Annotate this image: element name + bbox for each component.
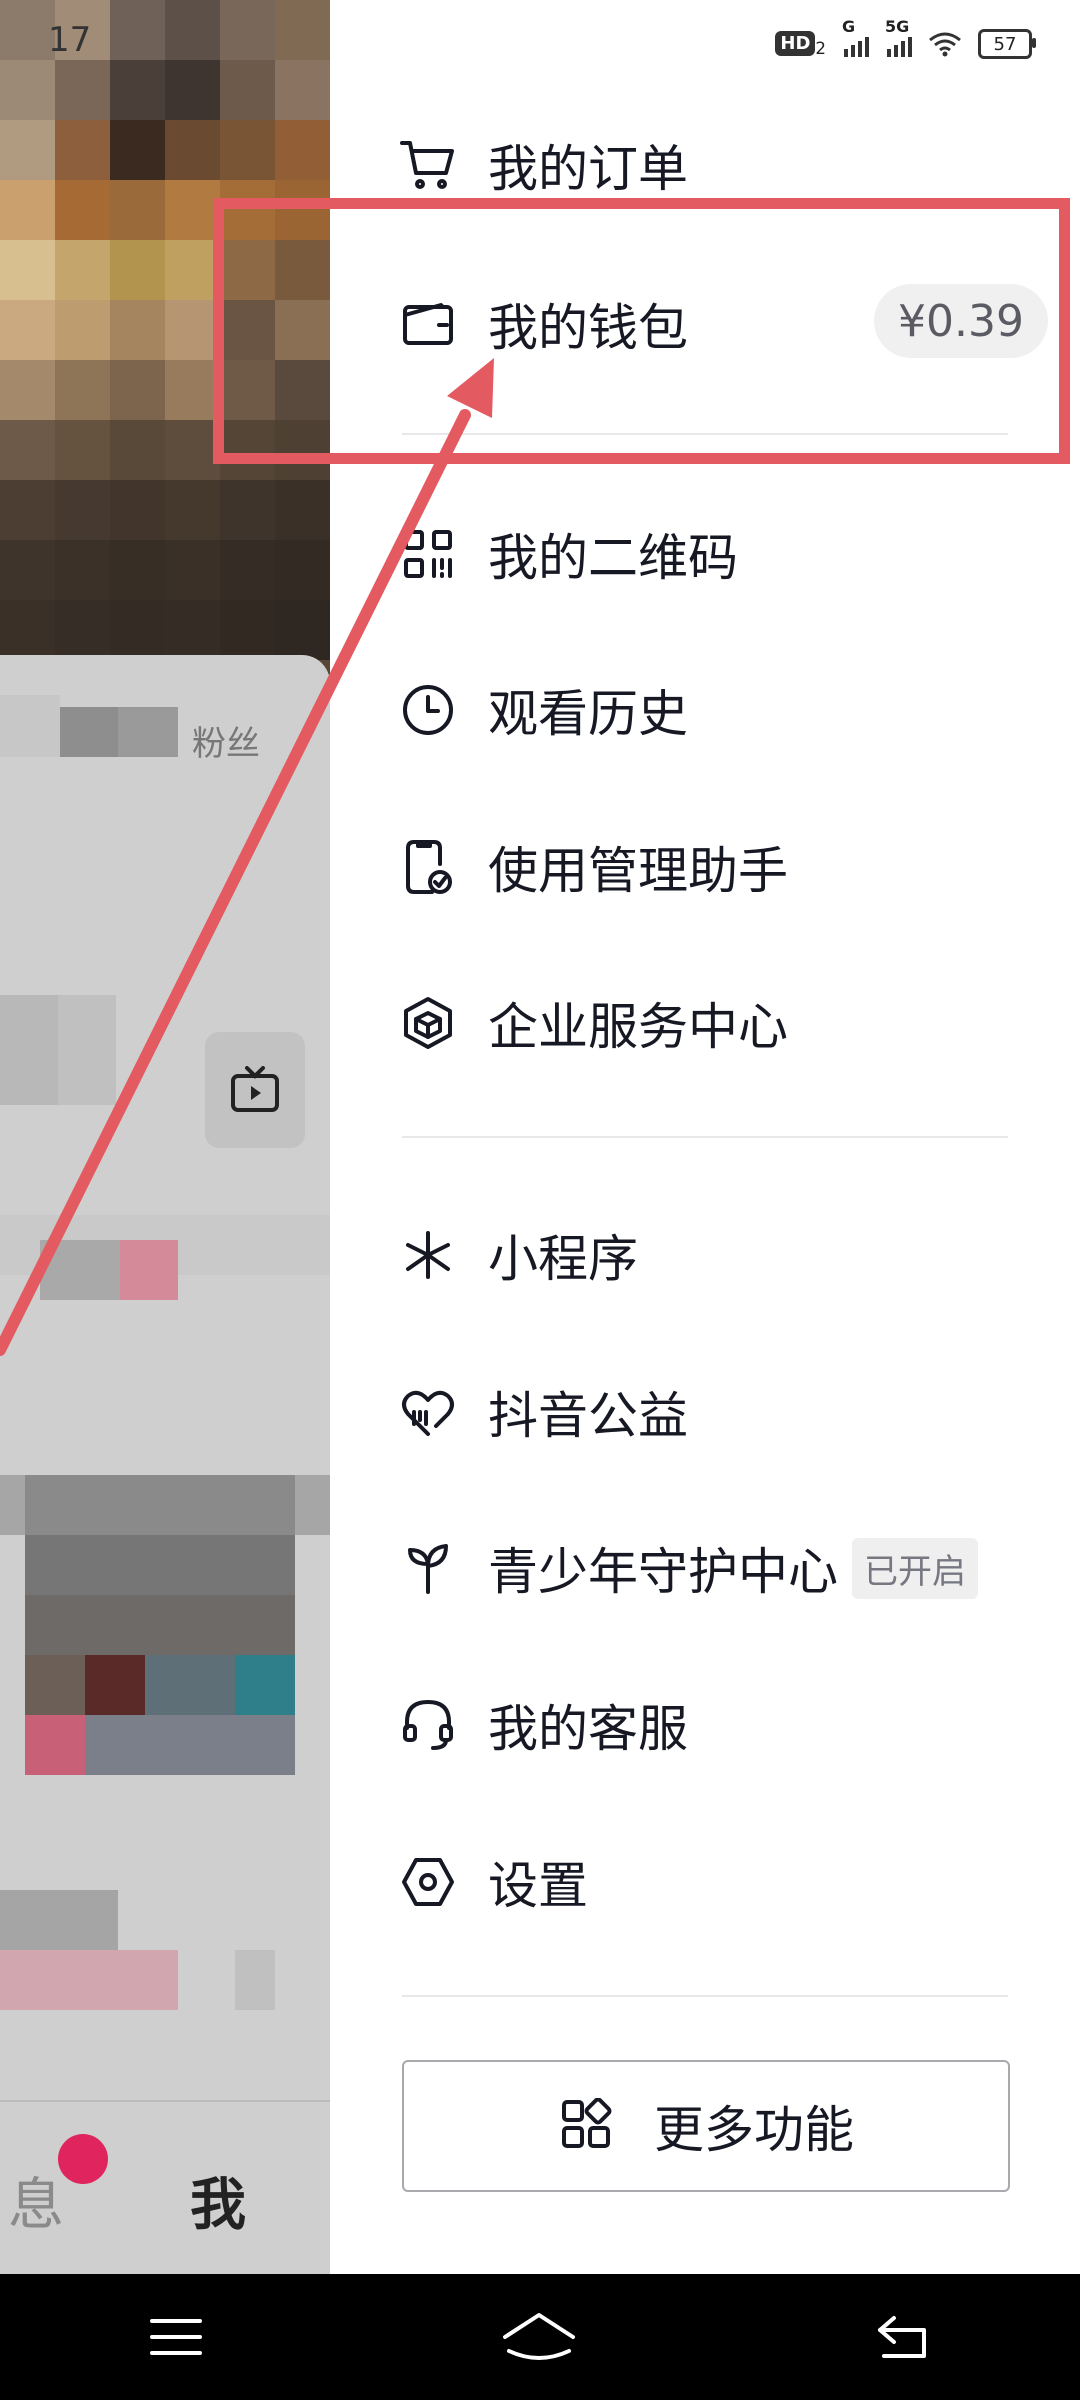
settings-hexagon-icon	[398, 1852, 458, 1912]
signal-icon: G	[842, 17, 869, 57]
more-features-label: 更多功能	[654, 2101, 854, 2159]
menu-label-qrcode: 我的二维码	[488, 529, 738, 587]
menu-item-charity[interactable]: 抖音公益	[398, 1362, 1048, 1462]
annotation-highlight-box	[213, 198, 1070, 464]
menu-label-settings: 设置	[488, 1857, 588, 1915]
fans-label: 粉丝	[192, 724, 260, 764]
menu-label-charity: 抖音公益	[488, 1387, 688, 1445]
battery-icon: 57	[978, 29, 1036, 59]
menu-label-customer-service: 我的客服	[488, 1700, 688, 1758]
menu-item-usage-helper[interactable]: 使用管理助手	[398, 817, 1048, 917]
cart-icon	[398, 135, 458, 195]
tv-icon	[231, 1066, 279, 1112]
status-time: 17	[48, 20, 92, 60]
status-bar-icons: HD 2 G 5G 57	[775, 17, 1036, 64]
menu-label-youth-center: 青少年守护中心	[488, 1543, 838, 1601]
menu-item-youth-center[interactable]: 青少年守护中心 已开启	[398, 1518, 1048, 1618]
menu-item-settings[interactable]: 设置	[398, 1832, 1048, 1932]
notification-dot	[58, 2134, 108, 2184]
menu-divider	[402, 1136, 1008, 1138]
clock-icon	[398, 680, 458, 740]
headset-icon	[398, 1695, 458, 1755]
menu-label-usage-helper: 使用管理助手	[488, 842, 788, 900]
tab-me[interactable]: 我	[190, 2160, 246, 2241]
profile-card-blurred	[0, 655, 330, 2274]
wifi-icon	[929, 32, 961, 57]
tabbar-divider	[0, 2100, 330, 2102]
menu-item-customer-service[interactable]: 我的客服	[398, 1675, 1048, 1775]
menu-item-mini-programs[interactable]: 小程序	[398, 1205, 1048, 1305]
hd-voice-icon: HD 2	[775, 30, 826, 58]
home-icon[interactable]	[501, 2311, 577, 2363]
live-tv-button[interactable]	[205, 1032, 305, 1148]
menu-item-enterprise[interactable]: 企业服务中心	[398, 973, 1048, 1073]
menu-divider	[402, 1995, 1008, 1997]
youth-status-badge: 已开启	[852, 1537, 978, 1599]
menu-label-history: 观看历史	[488, 685, 688, 743]
mini-program-icon	[398, 1225, 458, 1285]
system-nav-bar	[0, 2274, 1080, 2400]
more-features-button[interactable]: 更多功能	[402, 2060, 1010, 2192]
tab-messages[interactable]: 息	[8, 2160, 64, 2241]
signal-5g-icon: 5G	[885, 17, 912, 57]
menu-item-qrcode[interactable]: 我的二维码	[398, 504, 1048, 604]
qrcode-icon	[398, 524, 458, 584]
menu-icon[interactable]	[148, 2315, 204, 2359]
menu-item-history[interactable]: 观看历史	[398, 660, 1048, 760]
back-icon[interactable]	[874, 2314, 932, 2360]
charity-heart-icon	[398, 1382, 458, 1442]
enterprise-cube-icon	[398, 993, 458, 1053]
sprout-icon	[398, 1538, 458, 1598]
menu-label-mini-programs: 小程序	[488, 1230, 638, 1288]
menu-label-orders: 我的订单	[488, 140, 688, 198]
apps-grid-icon	[562, 2098, 612, 2148]
menu-label-enterprise: 企业服务中心	[488, 998, 788, 1056]
phone-check-icon	[398, 837, 458, 897]
